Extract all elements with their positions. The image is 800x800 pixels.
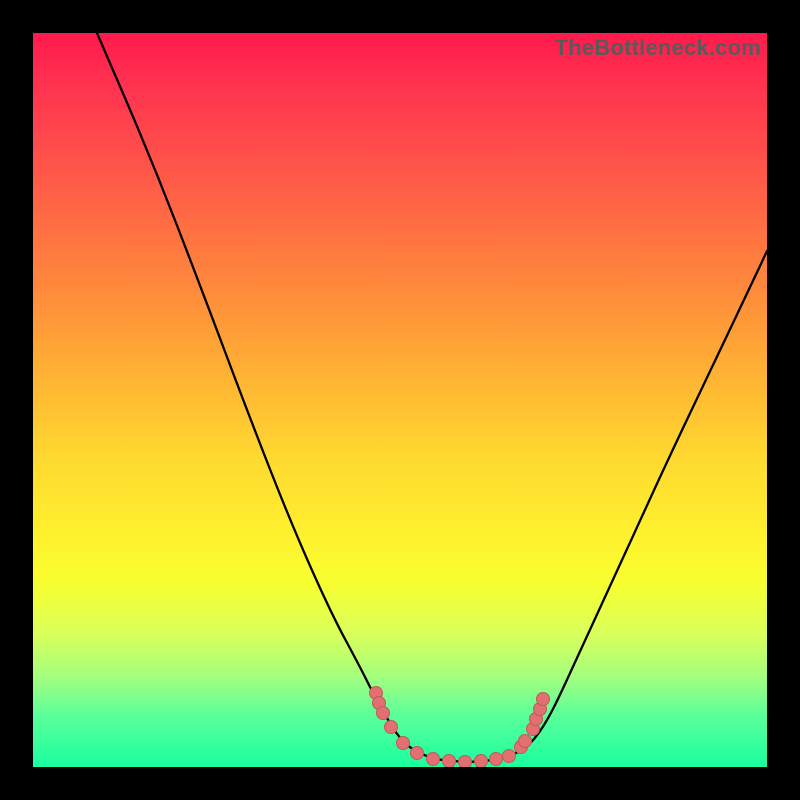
marker-dot	[519, 735, 532, 748]
marker-dot	[377, 707, 390, 720]
marker-dot	[490, 753, 503, 766]
watermark-text: TheBottleneck.com	[555, 35, 761, 61]
marker-dot	[475, 755, 488, 768]
marker-dot	[427, 753, 440, 766]
bottleneck-curve	[97, 33, 767, 762]
marker-dot	[411, 747, 424, 760]
chart-svg	[33, 33, 767, 767]
marker-dot	[459, 756, 472, 768]
marker-dot	[397, 737, 410, 750]
marker-dot	[503, 750, 516, 763]
marker-dot	[537, 693, 550, 706]
plot-area: TheBottleneck.com	[33, 33, 767, 767]
marker-dot	[385, 721, 398, 734]
chart-frame: TheBottleneck.com	[0, 0, 800, 800]
marker-dot	[443, 755, 456, 768]
marker-group	[370, 687, 550, 768]
